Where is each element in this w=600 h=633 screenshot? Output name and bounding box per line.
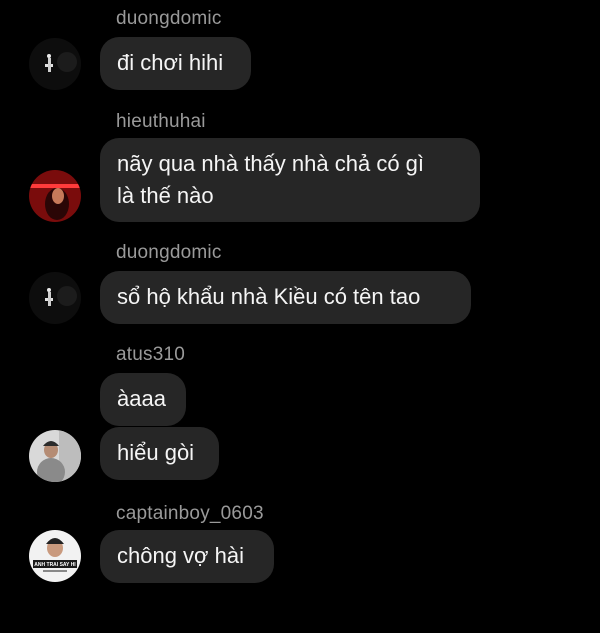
avatar-captainboy[interactable]: ANH TRAI SAY HI (29, 530, 81, 582)
message-bubble[interactable]: àaaa (100, 373, 186, 426)
avatar-hieuthuhai[interactable] (29, 170, 81, 222)
avatar-image: ANH TRAI SAY HI (29, 530, 81, 582)
message-text: đi chơi hihi (117, 50, 224, 75)
message-username[interactable]: atus310 (116, 344, 185, 366)
avatar-image (29, 38, 81, 90)
avatar-atus310[interactable] (29, 430, 81, 482)
svg-text:ANH TRAI SAY HI: ANH TRAI SAY HI (34, 562, 76, 568)
message-username[interactable]: hieuthuhai (116, 111, 206, 133)
message-username[interactable]: duongdomic (116, 242, 222, 264)
message-text: sổ hộ khẩu nhà Kiều có tên tao (117, 284, 421, 309)
message-username[interactable]: duongdomic (116, 8, 222, 30)
message-bubble[interactable]: sổ hộ khẩu nhà Kiều có tên tao (100, 271, 471, 324)
avatar-image (29, 170, 81, 222)
message-bubble[interactable]: nãy qua nhà thấy nhà chả có gì là thế nà… (100, 138, 480, 222)
message-bubble[interactable]: hiểu gòi (100, 427, 219, 480)
message-bubble[interactable]: chông vợ hài (100, 530, 274, 583)
avatar-image (29, 272, 81, 324)
avatar-duongdomic[interactable] (29, 38, 81, 90)
message-bubble[interactable]: đi chơi hihi (100, 37, 251, 90)
message-text-line: nãy qua nhà thấy nhà chả có gì (117, 151, 425, 176)
avatar-duongdomic[interactable] (29, 272, 81, 324)
message-text: hiểu gòi (117, 440, 195, 465)
message-username[interactable]: captainboy_0603 (116, 503, 264, 525)
message-text: chông vợ hài (117, 543, 244, 568)
message-text-line: là thế nào (117, 183, 214, 208)
message-text: àaaa (117, 386, 166, 411)
avatar-image (29, 430, 81, 482)
